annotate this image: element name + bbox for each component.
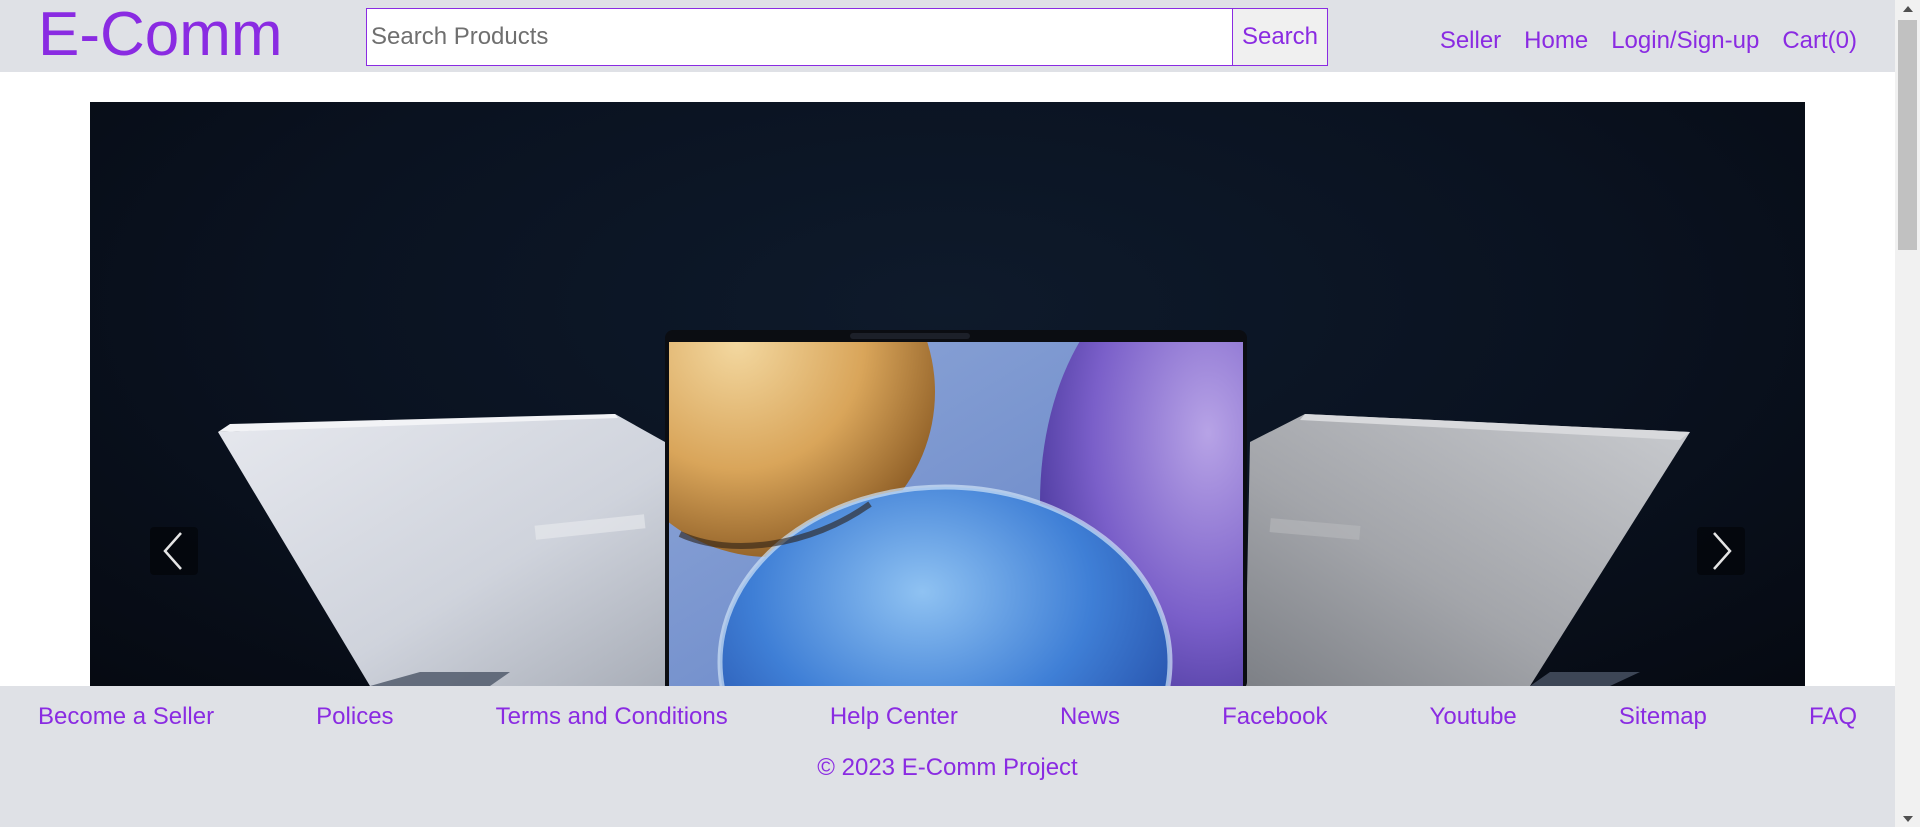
header: E-Comm Search Seller Home Login/Sign-up … (0, 0, 1895, 72)
nav-home[interactable]: Home (1524, 26, 1588, 56)
scroll-up-arrow-icon[interactable] (1895, 0, 1920, 17)
main-nav: Seller Home Login/Sign-up Cart(0) (1440, 26, 1857, 56)
footer-link-facebook[interactable]: Facebook (1222, 702, 1327, 732)
footer-link-policies[interactable]: Polices (316, 702, 393, 732)
copyright-text: © 2023 E-Comm Project (817, 754, 1078, 781)
carousel-next-button[interactable] (1697, 527, 1745, 575)
footer-link-sitemap[interactable]: Sitemap (1619, 702, 1707, 732)
footer-link-become-seller[interactable]: Become a Seller (38, 702, 214, 732)
footer-link-faq[interactable]: FAQ (1809, 702, 1857, 732)
chevron-left-icon (163, 532, 182, 570)
search-bar: Search (366, 8, 1328, 66)
laptops-image (218, 330, 1690, 686)
vertical-scrollbar[interactable] (1895, 0, 1920, 827)
footer: Become a Seller Polices Terms and Condit… (0, 686, 1895, 827)
logo[interactable]: E-Comm (38, 2, 283, 68)
nav-login[interactable]: Login/Sign-up (1611, 26, 1759, 56)
footer-links: Become a Seller Polices Terms and Condit… (38, 702, 1857, 732)
footer-link-news[interactable]: News (1060, 702, 1120, 732)
page: E-Comm Search Seller Home Login/Sign-up … (0, 0, 1920, 827)
search-button[interactable]: Search (1232, 9, 1327, 65)
chevron-right-icon (1713, 532, 1732, 570)
scroll-down-arrow-icon[interactable] (1895, 810, 1920, 827)
footer-link-terms[interactable]: Terms and Conditions (496, 702, 728, 732)
product-carousel (90, 102, 1805, 686)
scroll-thumb[interactable] (1898, 20, 1917, 250)
nav-seller[interactable]: Seller (1440, 26, 1501, 56)
nav-cart[interactable]: Cart(0) (1782, 26, 1857, 56)
footer-link-help-center[interactable]: Help Center (830, 702, 958, 732)
search-input[interactable] (367, 9, 1232, 65)
footer-link-youtube[interactable]: Youtube (1430, 702, 1517, 732)
carousel-prev-button[interactable] (150, 527, 198, 575)
